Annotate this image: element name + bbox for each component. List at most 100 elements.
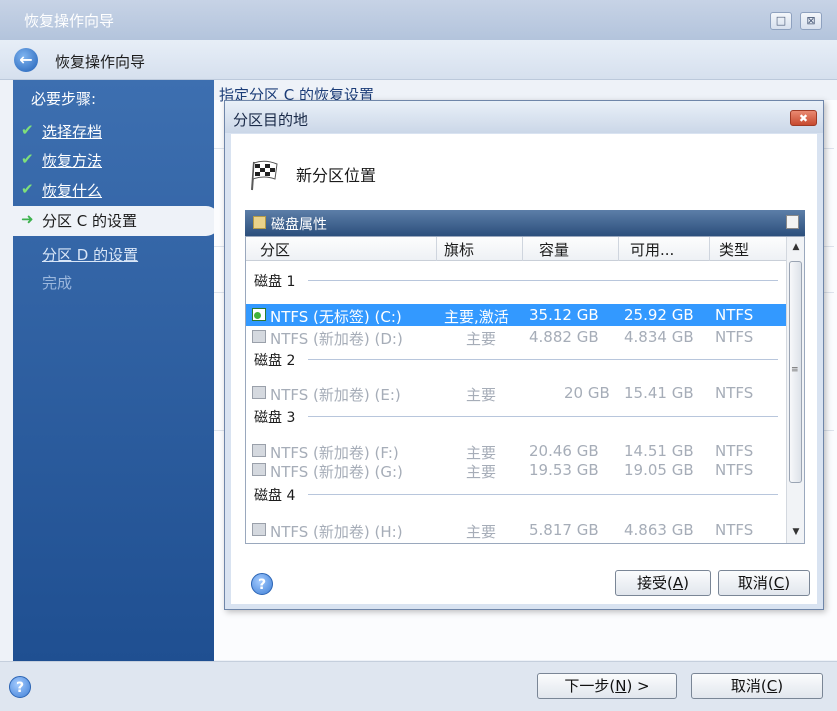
partition-type: NTFS bbox=[715, 461, 754, 479]
next-button[interactable]: 下一步(N) > bbox=[537, 673, 677, 699]
partition-row[interactable]: NTFS (新加卷) (G:) 主要 19.53 GB 19.05 GB NTF… bbox=[246, 459, 786, 481]
scroll-down-icon[interactable]: ▼ bbox=[790, 527, 802, 539]
bottom-bar: ? 下一步(N) > 取消(C) bbox=[0, 661, 837, 711]
close-icon[interactable]: ✖ bbox=[790, 110, 817, 126]
step-partition-c-settings[interactable]: ➜ 分区 C 的设置 bbox=[13, 206, 220, 236]
column-separator[interactable] bbox=[522, 237, 523, 261]
current-step-arrow-icon: ➜ bbox=[21, 210, 34, 228]
check-icon: ✔ bbox=[21, 150, 34, 168]
partition-icon bbox=[252, 523, 266, 536]
partition-row[interactable]: NTFS (新加卷) (D:) 主要 4.882 GB 4.834 GB NTF… bbox=[246, 326, 786, 348]
column-separator[interactable] bbox=[618, 237, 619, 261]
disk-divider bbox=[308, 416, 778, 417]
scroll-up-icon[interactable]: ▲ bbox=[790, 242, 802, 254]
sidebar: 必要步骤: ✔ 选择存档 ✔ 恢复方法 ✔ 恢复什么 ➜ 分区 C 的设置 分区… bbox=[13, 80, 220, 661]
help-icon[interactable]: ? bbox=[251, 573, 273, 595]
partition-capacity: 19.53 GB bbox=[529, 461, 599, 479]
column-free[interactable]: 可用... bbox=[630, 239, 674, 261]
partition-flags: 主要 bbox=[466, 463, 497, 481]
partition-icon bbox=[252, 386, 266, 399]
title-bar: 恢复操作向导 □ ⊠ bbox=[0, 0, 837, 40]
partition-icon bbox=[252, 330, 266, 343]
partition-name: NTFS (新加卷) (D:) bbox=[270, 330, 403, 348]
partition-free: 19.05 GB bbox=[624, 461, 694, 479]
table-header: 分区 旗标 容量 可用... 类型 bbox=[246, 237, 786, 261]
disk-label: 磁盘 2 bbox=[254, 353, 296, 369]
partition-destination-dialog: 分区目的地 ✖ 新分区位置 磁盘属性 分区 旗标 容量 可用... 类型 磁盘 … bbox=[224, 100, 824, 610]
accept-label: 接受( bbox=[637, 574, 673, 592]
partition-icon bbox=[252, 444, 266, 457]
disk-label: 磁盘 4 bbox=[254, 488, 296, 504]
restore-button[interactable]: □ bbox=[770, 12, 792, 30]
location-title: 新分区位置 bbox=[296, 166, 377, 185]
disk-properties-header: 磁盘属性 bbox=[245, 210, 805, 236]
partition-name: NTFS (新加卷) (E:) bbox=[270, 386, 401, 404]
column-partition[interactable]: 分区 bbox=[260, 239, 290, 261]
column-flags[interactable]: 旗标 bbox=[444, 239, 474, 261]
disk-label: 磁盘 3 bbox=[254, 410, 296, 426]
partition-name: NTFS (无标签) (C:) bbox=[270, 308, 402, 326]
checkered-flag-icon bbox=[251, 160, 278, 191]
cancel-key: C bbox=[773, 574, 785, 592]
dialog-title: 分区目的地 bbox=[233, 111, 309, 129]
partition-free: 25.92 GB bbox=[624, 306, 694, 324]
partition-table: 分区 旗标 容量 可用... 类型 磁盘 1 NTFS (无标签) (C:) 主 bbox=[245, 236, 805, 544]
steps-label: 必要步骤: bbox=[31, 90, 97, 108]
partition-type: NTFS bbox=[715, 306, 754, 324]
step-label: 完成 bbox=[42, 274, 73, 292]
dialog-body: 新分区位置 磁盘属性 分区 旗标 容量 可用... 类型 磁盘 1 NTFS (… bbox=[231, 134, 817, 604]
partition-row[interactable]: NTFS (新加卷) (H:) 主要 5.817 GB 4.863 GB NTF… bbox=[246, 519, 786, 541]
disk-label: 磁盘 1 bbox=[254, 274, 296, 290]
column-separator[interactable] bbox=[709, 237, 710, 261]
partition-type: NTFS bbox=[715, 328, 754, 346]
disk-divider bbox=[308, 280, 778, 281]
partition-name: NTFS (新加卷) (H:) bbox=[270, 523, 403, 541]
step-label: 分区 D 的设置 bbox=[42, 246, 139, 264]
partition-type: NTFS bbox=[715, 521, 754, 539]
partition-icon bbox=[252, 308, 266, 321]
next-key: N bbox=[615, 677, 627, 695]
disk-divider bbox=[308, 494, 778, 495]
close-window-button[interactable]: ⊠ bbox=[800, 12, 822, 30]
partition-free: 4.834 GB bbox=[624, 328, 694, 346]
step-label: 恢复方法 bbox=[42, 152, 103, 170]
column-type[interactable]: 类型 bbox=[719, 239, 749, 261]
partition-capacity: 20 GB bbox=[564, 384, 610, 402]
cancel-suffix: ) bbox=[784, 574, 791, 592]
check-icon: ✔ bbox=[21, 180, 34, 198]
partition-free: 14.51 GB bbox=[624, 442, 694, 460]
partition-capacity: 4.882 GB bbox=[529, 328, 599, 346]
accept-suffix: ) bbox=[683, 574, 689, 592]
dialog-cancel-button[interactable]: 取消(C) bbox=[718, 570, 810, 596]
help-icon[interactable]: ? bbox=[9, 676, 31, 698]
step-select-archive[interactable]: ✔ 选择存档 bbox=[13, 117, 214, 147]
accept-button[interactable]: 接受(A) bbox=[615, 570, 711, 596]
step-label: 选择存档 bbox=[42, 123, 103, 141]
nav-bar: ← 恢复操作向导 bbox=[0, 40, 837, 80]
partition-row[interactable]: NTFS (无标签) (C:) 主要,激活 35.12 GB 25.92 GB … bbox=[246, 304, 786, 326]
step-what-to-recover[interactable]: ✔ 恢复什么 bbox=[13, 176, 214, 206]
accept-key: A bbox=[672, 574, 684, 592]
partition-row[interactable]: NTFS (新加卷) (E:) 主要 20 GB 15.41 GB NTFS bbox=[246, 382, 786, 404]
partition-capacity: 5.817 GB bbox=[529, 521, 599, 539]
cancel-suffix: ) bbox=[777, 677, 784, 695]
partition-capacity: 20.46 GB bbox=[529, 442, 599, 460]
partition-free: 15.41 GB bbox=[624, 384, 694, 402]
disk-icon bbox=[253, 216, 266, 229]
check-icon: ✔ bbox=[21, 121, 34, 139]
step-label: 恢复什么 bbox=[42, 182, 103, 200]
window-title: 恢复操作向导 bbox=[24, 12, 115, 30]
step-finish: 完成 bbox=[13, 268, 214, 298]
back-arrow-icon[interactable]: ← bbox=[14, 48, 38, 72]
step-recovery-method[interactable]: ✔ 恢复方法 bbox=[13, 146, 214, 176]
partition-flags: 主要 bbox=[466, 330, 497, 348]
partition-free: 4.863 GB bbox=[624, 521, 694, 539]
step-partition-d-settings[interactable]: 分区 D 的设置 bbox=[13, 240, 214, 270]
partition-capacity: 35.12 GB bbox=[529, 306, 599, 324]
cancel-button[interactable]: 取消(C) bbox=[691, 673, 823, 699]
disk-divider bbox=[308, 359, 778, 360]
column-separator[interactable] bbox=[436, 237, 437, 261]
panel-menu-icon[interactable] bbox=[786, 215, 799, 229]
vertical-scrollbar[interactable]: ▲ ≡ ▼ bbox=[786, 237, 804, 543]
column-capacity[interactable]: 容量 bbox=[539, 239, 569, 261]
